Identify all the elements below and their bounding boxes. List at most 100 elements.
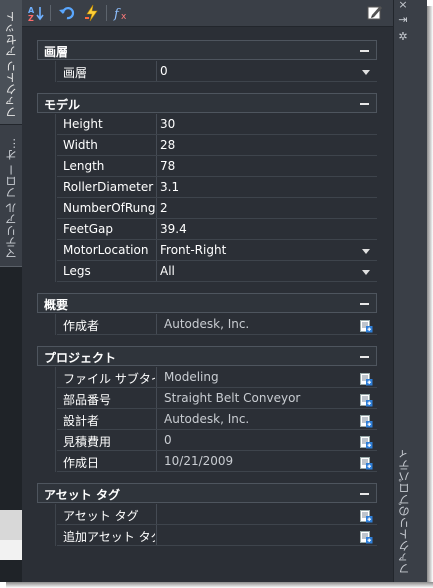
property-name: 追加アセット タグ <box>63 530 155 544</box>
property-value[interactable]: Autodesk, Inc. <box>164 412 249 426</box>
function-icon[interactable]: fx <box>112 3 132 23</box>
property-name: 作成者 <box>63 319 100 333</box>
property-value[interactable]: All <box>160 264 175 278</box>
property-name: MotorLocation <box>63 243 149 257</box>
collapse-icon[interactable] <box>360 50 369 52</box>
collapse-icon[interactable] <box>360 356 369 358</box>
row-indent-line <box>55 314 56 335</box>
row-indent-line <box>55 114 56 282</box>
property-row[interactable]: 作成日 10/21/2009 <box>57 451 377 472</box>
iproperties-icon[interactable] <box>360 318 373 333</box>
category-title: 画層 <box>44 45 69 59</box>
property-value[interactable]: 0 <box>160 64 168 78</box>
fast-update-icon[interactable] <box>82 3 102 23</box>
property-row[interactable]: ファイル サブタイ Modeling <box>57 367 377 388</box>
tab-material-flow[interactable]: マテリアル フロー オ... <box>0 126 22 267</box>
collapse-icon[interactable] <box>360 103 369 105</box>
close-icon[interactable]: × <box>397 0 409 10</box>
property-row[interactable]: 作成者 Autodesk, Inc. <box>57 314 377 335</box>
iproperties-icon[interactable] <box>360 434 373 449</box>
property-name: Length <box>63 159 105 173</box>
property-row[interactable]: MotorLocation Front-Right <box>57 240 377 261</box>
column-divider <box>156 409 157 429</box>
auto-hide-icon[interactable]: ⇥ <box>397 14 409 25</box>
category-title: プロジェクト <box>44 351 117 365</box>
property-row[interactable]: RollerDiameter 3.1 <box>57 177 377 198</box>
iproperties-icon[interactable] <box>360 413 373 428</box>
iproperties-icon[interactable] <box>360 529 373 544</box>
property-row[interactable]: Legs All <box>57 261 377 282</box>
edit-icon[interactable] <box>365 2 385 22</box>
sort-az-icon[interactable]: AZ <box>26 3 46 23</box>
toolbar-separator <box>50 5 51 21</box>
row-indent-line <box>55 504 56 546</box>
category-header[interactable]: アセット タグ <box>37 483 377 503</box>
category-header[interactable]: 概要 <box>37 293 377 313</box>
column-divider <box>156 61 157 81</box>
category-header[interactable]: プロジェクト <box>37 346 377 366</box>
iproperties-icon[interactable] <box>360 392 373 407</box>
property-value[interactable]: 28 <box>160 138 175 152</box>
column-divider <box>156 135 157 155</box>
iproperties-icon[interactable] <box>360 455 373 470</box>
property-name: RollerDiameter <box>63 180 154 194</box>
property-name: ファイル サブタイ <box>63 372 155 386</box>
property-value[interactable]: 10/21/2009 <box>164 454 233 468</box>
chevron-down-icon[interactable] <box>362 70 370 75</box>
category-title: モデル <box>44 98 81 112</box>
property-value[interactable]: 30 <box>160 117 175 131</box>
property-value[interactable]: Front-Right <box>160 243 226 257</box>
tab-factory-assets[interactable]: ファクトリ アセット <box>0 0 22 125</box>
chevron-down-icon[interactable] <box>362 270 370 275</box>
property-name: Legs <box>63 264 91 278</box>
collapse-icon[interactable] <box>360 493 369 495</box>
column-divider <box>156 198 157 218</box>
property-row[interactable]: 部品番号 Straight Belt Conveyor <box>57 388 377 409</box>
property-value[interactable]: Straight Belt Conveyor <box>164 391 300 405</box>
iproperties-icon[interactable] <box>360 508 373 523</box>
window-shadow <box>427 6 433 588</box>
property-name: 設計者 <box>63 414 100 428</box>
property-name: 画層 <box>63 66 88 80</box>
property-row[interactable]: NumberOfRung 2 <box>57 198 377 219</box>
category-title: 概要 <box>44 298 69 312</box>
property-name: 部品番号 <box>63 393 112 407</box>
property-value[interactable]: 39.4 <box>160 222 187 236</box>
property-value[interactable]: 0 <box>164 433 172 447</box>
property-grid: 画層 画層 0 モデル Height 30 Width 28 Length 78 RollerDia… <box>37 36 377 582</box>
column-divider <box>156 177 157 197</box>
property-row[interactable]: 見積費用 0 <box>57 430 377 451</box>
property-value[interactable]: 2 <box>160 201 168 215</box>
property-row[interactable]: 設計者 Autodesk, Inc. <box>57 409 377 430</box>
gear-icon[interactable]: ✲ <box>397 31 409 42</box>
property-row[interactable]: Width 28 <box>57 135 377 156</box>
property-row[interactable]: 画層 0 <box>57 61 377 82</box>
category-header[interactable]: モデル <box>37 93 377 113</box>
chevron-down-icon[interactable] <box>362 249 370 254</box>
property-name: 作成日 <box>63 456 100 470</box>
property-row[interactable]: Height 30 <box>57 114 377 135</box>
property-row[interactable]: アセット タグ <box>57 504 377 525</box>
adjacent-panel-light-2 <box>0 540 22 560</box>
iproperties-icon[interactable] <box>360 371 373 386</box>
property-value[interactable]: Autodesk, Inc. <box>164 317 249 331</box>
property-name: Width <box>63 138 98 152</box>
row-indent-line <box>55 367 56 472</box>
column-divider <box>156 314 157 334</box>
undo-icon[interactable] <box>57 3 77 23</box>
property-name: アセット タグ <box>63 509 139 523</box>
row-indent-line <box>55 61 56 82</box>
tab-material-flow-label: マテリアル フロー オ... <box>4 138 18 260</box>
svg-text:x: x <box>121 12 127 22</box>
property-row[interactable]: FeetGap 39.4 <box>57 219 377 240</box>
collapse-icon[interactable] <box>360 303 369 305</box>
property-value[interactable]: 78 <box>160 159 175 173</box>
column-divider <box>156 156 157 176</box>
properties-palette: ファクトリ アセット マテリアル フロー オ... AZ fx × ⇥ ✲ ファ… <box>0 0 427 582</box>
property-row[interactable]: Length 78 <box>57 156 377 177</box>
property-row[interactable]: 追加アセット タグ <box>57 525 377 546</box>
category-header[interactable]: 画層 <box>37 40 377 60</box>
column-divider <box>156 114 157 134</box>
property-value[interactable]: Modeling <box>164 370 219 384</box>
property-value[interactable]: 3.1 <box>160 180 179 194</box>
